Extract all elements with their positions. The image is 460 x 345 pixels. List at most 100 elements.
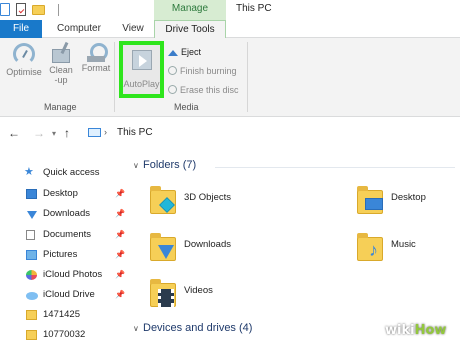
group-divider xyxy=(114,42,115,112)
folder-item-music[interactable]: ♪ Music xyxy=(355,231,455,271)
sidebar-item-downloads[interactable]: Downloads 📌 xyxy=(0,205,130,223)
pin-icon[interactable]: 📌 xyxy=(115,266,125,284)
3d-objects-folder-icon xyxy=(148,184,178,220)
watermark-how: How xyxy=(414,323,447,338)
erase-disc-button[interactable]: Erase this disc xyxy=(168,83,239,97)
chevron-down-icon: ∨ xyxy=(133,324,139,333)
forward-arrow-icon[interactable]: → xyxy=(33,126,45,140)
pin-icon[interactable]: 📌 xyxy=(115,205,125,223)
properties-icon[interactable] xyxy=(16,3,26,16)
optimise-label: Optimise xyxy=(6,67,42,77)
cleanup-button[interactable]: Clean -up xyxy=(46,43,76,85)
this-pc-icon xyxy=(88,128,101,137)
format-label: Format xyxy=(81,63,111,73)
disc-icon xyxy=(168,66,177,75)
format-button[interactable]: Format xyxy=(80,43,112,73)
sidebar-item-pictures[interactable]: Pictures 📌 xyxy=(0,246,130,264)
folder-icon xyxy=(26,310,37,320)
ribbon: Optimise Clean -up Format Manage AutoPla… xyxy=(0,38,460,117)
media-group-label: Media xyxy=(174,102,199,112)
new-folder-icon[interactable] xyxy=(32,5,45,15)
desktop-icon xyxy=(26,189,37,199)
cleanup-label-line1: Clean xyxy=(49,65,73,75)
folder-label: Videos xyxy=(184,285,213,296)
cleanup-label-line2: -up xyxy=(54,75,68,85)
sidebar-item-label: iCloud Photos xyxy=(43,269,103,280)
sidebar-item-1471425[interactable]: 1471425 xyxy=(0,306,130,324)
pin-icon[interactable]: 📌 xyxy=(115,286,125,304)
wikihow-watermark: wikiHow xyxy=(385,323,446,338)
back-arrow-icon[interactable]: ← xyxy=(8,126,20,140)
folder-item-desktop[interactable]: Desktop xyxy=(355,184,455,224)
group-divider xyxy=(247,42,248,112)
toolbar-separator xyxy=(58,4,59,16)
tab-view[interactable]: View xyxy=(116,20,150,38)
sidebar-item-label: Downloads xyxy=(43,208,90,219)
watermark-wiki: wiki xyxy=(385,323,415,338)
sidebar-item-desktop[interactable]: Desktop 📌 xyxy=(0,185,130,203)
up-arrow-icon[interactable]: ↑ xyxy=(64,126,70,140)
address-bar: ← → ▾ ↑ › This PC xyxy=(0,118,460,148)
autoplay-button[interactable]: AutoPlay xyxy=(119,41,164,98)
downloads-icon xyxy=(26,209,37,219)
cleanup-icon xyxy=(52,49,70,63)
folder-item-3d-objects[interactable]: 3D Objects xyxy=(148,184,328,224)
optimise-button[interactable]: Optimise xyxy=(4,43,44,77)
eject-label: Eject xyxy=(181,47,202,57)
pin-icon[interactable]: 📌 xyxy=(115,185,125,203)
icloud-drive-icon xyxy=(26,292,38,300)
icloud-photos-icon xyxy=(26,270,37,280)
sidebar-item-label: iCloud Drive xyxy=(43,289,95,300)
folder-item-downloads[interactable]: Downloads xyxy=(148,231,328,271)
folder-icon xyxy=(26,330,37,340)
title-bar: Manage This PC xyxy=(0,0,460,20)
eject-icon xyxy=(168,50,178,56)
folders-header-label: Folders (7) xyxy=(143,159,197,171)
erase-disc-label: Erase this disc xyxy=(180,85,239,95)
folders-section-header[interactable]: ∨ Folders (7) xyxy=(133,159,196,171)
videos-folder-icon xyxy=(148,277,178,313)
devices-header-label: Devices and drives (4) xyxy=(143,322,253,334)
manage-context-tab: Manage xyxy=(154,0,226,20)
desktop-folder-icon xyxy=(355,184,385,220)
sidebar-item-label: Pictures xyxy=(43,249,78,260)
devices-section-header[interactable]: ∨ Devices and drives (4) xyxy=(133,322,252,334)
sidebar-item-label: Documents xyxy=(43,229,92,240)
star-icon: ★ xyxy=(24,166,34,178)
sidebar-item-icloud-drive[interactable]: iCloud Drive 📌 xyxy=(0,286,130,304)
sidebar-item-label: Quick access xyxy=(43,167,100,178)
section-divider xyxy=(215,167,455,168)
format-icon xyxy=(87,43,108,62)
manage-group-label: Manage xyxy=(44,102,77,112)
finish-burning-button[interactable]: Finish burning xyxy=(168,64,237,78)
tab-computer[interactable]: Computer xyxy=(48,20,110,38)
this-pc-icon xyxy=(0,3,10,16)
recent-locations-chevron-icon[interactable]: ▾ xyxy=(52,129,56,138)
chevron-down-icon: ∨ xyxy=(133,161,139,170)
eject-button[interactable]: Eject xyxy=(168,45,201,59)
sidebar-item-quick-access[interactable]: ★ Quick access xyxy=(0,164,130,182)
sidebar-item-label: 1471425 xyxy=(43,309,80,320)
chevron-right-icon[interactable]: › xyxy=(104,127,107,137)
sidebar-item-10770032[interactable]: 10770032 xyxy=(0,326,130,344)
window-title: This PC xyxy=(236,3,272,14)
optimise-icon xyxy=(13,43,35,65)
tab-file[interactable]: File xyxy=(0,20,42,38)
folder-label: Downloads xyxy=(184,239,231,250)
sidebar-item-icloud-photos[interactable]: iCloud Photos 📌 xyxy=(0,266,130,284)
sidebar-item-label: 10770032 xyxy=(43,329,86,340)
music-folder-icon: ♪ xyxy=(355,231,385,267)
address-path[interactable]: This PC xyxy=(117,127,153,138)
pictures-icon xyxy=(26,250,37,260)
sidebar-item-label: Desktop xyxy=(43,188,78,199)
ribbon-tabs: File Computer View Drive Tools xyxy=(0,20,460,39)
downloads-folder-icon xyxy=(148,231,178,267)
sidebar-item-documents[interactable]: Documents 📌 xyxy=(0,226,130,244)
pin-icon[interactable]: 📌 xyxy=(115,226,125,244)
pin-icon[interactable]: 📌 xyxy=(115,246,125,264)
finish-burning-label: Finish burning xyxy=(180,66,237,76)
autoplay-label: AutoPlay xyxy=(123,79,160,89)
folder-item-videos[interactable]: Videos xyxy=(148,277,328,317)
tab-drive-tools[interactable]: Drive Tools xyxy=(154,20,226,39)
navigation-pane: ★ Quick access Desktop 📌 Downloads 📌 Doc… xyxy=(0,160,130,345)
